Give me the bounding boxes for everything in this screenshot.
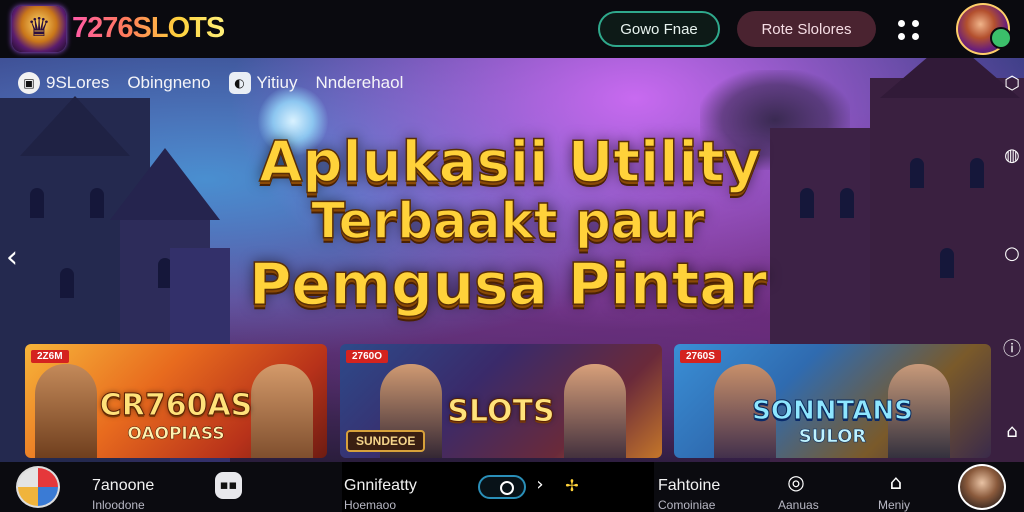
card-subtitle: OAOPIASS: [127, 424, 225, 445]
card-tag: 2760O: [346, 350, 389, 363]
game-card[interactable]: 2760S SONNTANS SULOR: [674, 344, 991, 458]
info-icon[interactable]: ⓘ: [1000, 338, 1024, 362]
card-tag: 2Z6M: [31, 350, 69, 363]
card-subtitle: SULOR: [798, 426, 867, 448]
bottom-bar: 7anoone Inloodone ▪▪ Gnnifeatty Hoemaoo …: [0, 462, 1024, 512]
hero-banner: ▣ 9SLores Obingneno ◐ Yitiuy Nnderehaol …: [0, 58, 1024, 462]
category-item[interactable]: ◐ Yitiuy: [228, 72, 297, 94]
card-tag: 2760S: [680, 350, 721, 363]
square-badge-icon: ▣: [18, 72, 40, 94]
primary-button[interactable]: Rote Slolores: [737, 11, 876, 47]
chat-icon[interactable]: ◍: [1000, 144, 1024, 168]
bottom-item-title[interactable]: Gnnifeatty: [344, 477, 417, 495]
card-title: SONNTANS: [752, 396, 914, 427]
bottom-item-title[interactable]: Fahtoine: [658, 477, 720, 495]
game-card[interactable]: 2Z6M CR760AS OAOPIASS: [25, 344, 327, 458]
card-title: SLOTS: [447, 394, 555, 430]
bottom-item-sub: Comoiniae: [658, 498, 716, 512]
card-title: CR760AS: [99, 388, 253, 424]
chevron-right-icon[interactable]: ›: [532, 474, 548, 495]
logo-emblem-icon[interactable]: [12, 6, 66, 52]
category-nav: ▣ 9SLores Obingneno ◐ Yitiuy Nnderehaol: [18, 70, 421, 96]
sparkle-icon[interactable]: ✢: [562, 476, 582, 495]
share-icon[interactable]: ⬡: [1000, 72, 1024, 96]
top-bar: 7276SLOTS Gowo Fnae Rote Slolores: [0, 0, 1024, 58]
bottom-item-title[interactable]: 7anoone: [92, 477, 154, 495]
bottom-item-sub: Inloodone: [92, 498, 145, 512]
chat-bubble-icon[interactable]: ▪▪: [215, 472, 242, 499]
home-icon[interactable]: ⌂: [882, 470, 910, 494]
category-item[interactable]: ▣ 9SLores: [18, 72, 109, 94]
bottom-item-sub: Hoemaoo: [344, 498, 397, 512]
compass-icon[interactable]: ◎: [782, 470, 810, 494]
logo-text[interactable]: 7276SLOTS: [72, 12, 225, 45]
link-icon[interactable]: ⌂: [1000, 420, 1024, 444]
category-item[interactable]: Nnderehaol: [315, 73, 403, 93]
circle-icon[interactable]: ○: [1000, 242, 1024, 266]
toggle-switch[interactable]: [478, 475, 526, 499]
user-avatar[interactable]: [958, 464, 1006, 510]
hero-headline-line3: Pemgusa Pintar: [248, 249, 768, 319]
profile-avatar[interactable]: [956, 3, 1012, 55]
outline-button[interactable]: Gowo Fnae: [598, 11, 720, 47]
image-icon: ◐: [228, 72, 251, 94]
hero-headline-line1: Aplukasii Utility: [258, 129, 761, 196]
grid-menu-icon[interactable]: [897, 18, 921, 42]
bottom-item-sub: Aanuas: [778, 498, 819, 512]
game-card[interactable]: 2760O SLOTS SUNDEOE: [340, 344, 662, 458]
app-avatar[interactable]: [16, 466, 60, 508]
card-badge: SUNDEOE: [346, 430, 426, 452]
chevron-left-icon[interactable]: ‹: [6, 240, 32, 276]
bottom-item-sub: Meniy: [878, 498, 911, 512]
hero-headline-line2: Terbaakt paur: [310, 191, 705, 251]
category-item[interactable]: Obingneno: [127, 73, 210, 93]
